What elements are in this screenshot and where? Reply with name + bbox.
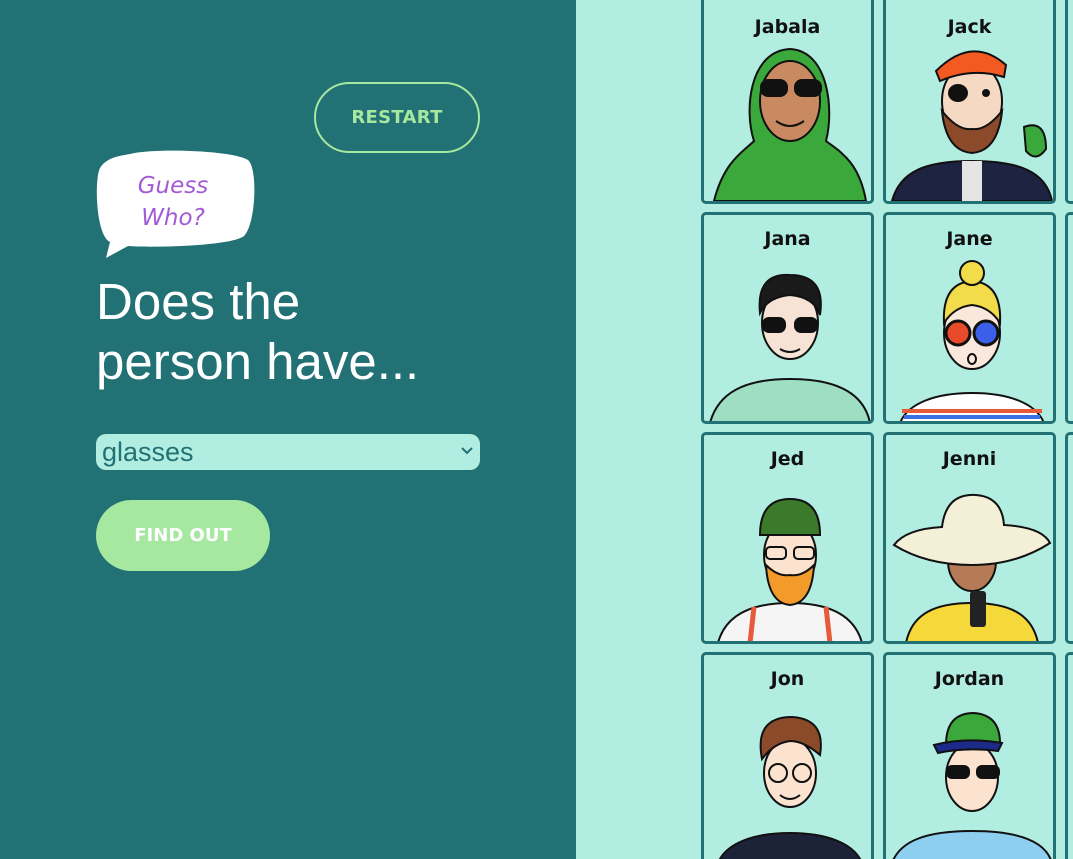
jenni-portrait <box>892 493 1052 641</box>
character-card-jordan[interactable]: Jordan <box>883 652 1056 859</box>
character-card-partial-2[interactable] <box>1065 212 1073 424</box>
chevron-down-icon <box>461 447 473 455</box>
character-card-jack[interactable]: Jack <box>883 0 1056 204</box>
character-card-partial-1[interactable] <box>1065 0 1073 204</box>
character-card-jane[interactable]: Jane <box>883 212 1056 424</box>
card-name: Jon <box>770 668 805 690</box>
restart-button[interactable]: RESTART <box>314 82 480 153</box>
question-line-2: person have... <box>96 333 420 390</box>
logo-line-guess: Guess <box>137 173 209 199</box>
card-name: Jana <box>764 228 811 250</box>
character-card-jana[interactable]: Jana <box>701 212 874 424</box>
sidebar: RESTART Guess Who? Does the person have.… <box>0 0 576 859</box>
jon-portrait <box>718 715 862 859</box>
attribute-select-value: glasses <box>102 437 194 467</box>
card-name: Jack <box>947 16 992 38</box>
character-card-partial-3[interactable] <box>1065 432 1073 644</box>
question-line-1: Does the <box>96 273 301 330</box>
character-card-jon[interactable]: Jon <box>701 652 874 859</box>
logo-text: Guess Who? <box>98 170 248 234</box>
jana-portrait <box>709 273 871 421</box>
card-name: Jabala <box>754 16 821 38</box>
character-card-jed[interactable]: Jed <box>701 432 874 644</box>
character-card-jabala[interactable]: Jabala <box>701 0 874 204</box>
card-name: Jed <box>770 448 805 470</box>
card-name: Jane <box>946 228 993 250</box>
character-board: Jabala Jack Jana Jane Jed Jenni Jon Jord… <box>576 0 1073 859</box>
character-card-partial-4[interactable] <box>1065 652 1073 859</box>
attribute-select[interactable]: glasses <box>96 434 480 470</box>
jed-portrait <box>717 497 863 641</box>
character-card-jenni[interactable]: Jenni <box>883 432 1056 644</box>
jordan-portrait <box>892 711 1052 859</box>
logo-line-who: Who? <box>141 205 205 231</box>
jabala-portrait <box>712 47 868 201</box>
question-heading: Does the person have... <box>96 272 556 392</box>
card-name: Jordan <box>934 668 1005 690</box>
jack-portrait <box>890 50 1053 201</box>
jane-portrait <box>899 260 1045 421</box>
find-out-button[interactable]: FIND OUT <box>96 500 270 571</box>
card-name: Jenni <box>942 448 997 470</box>
